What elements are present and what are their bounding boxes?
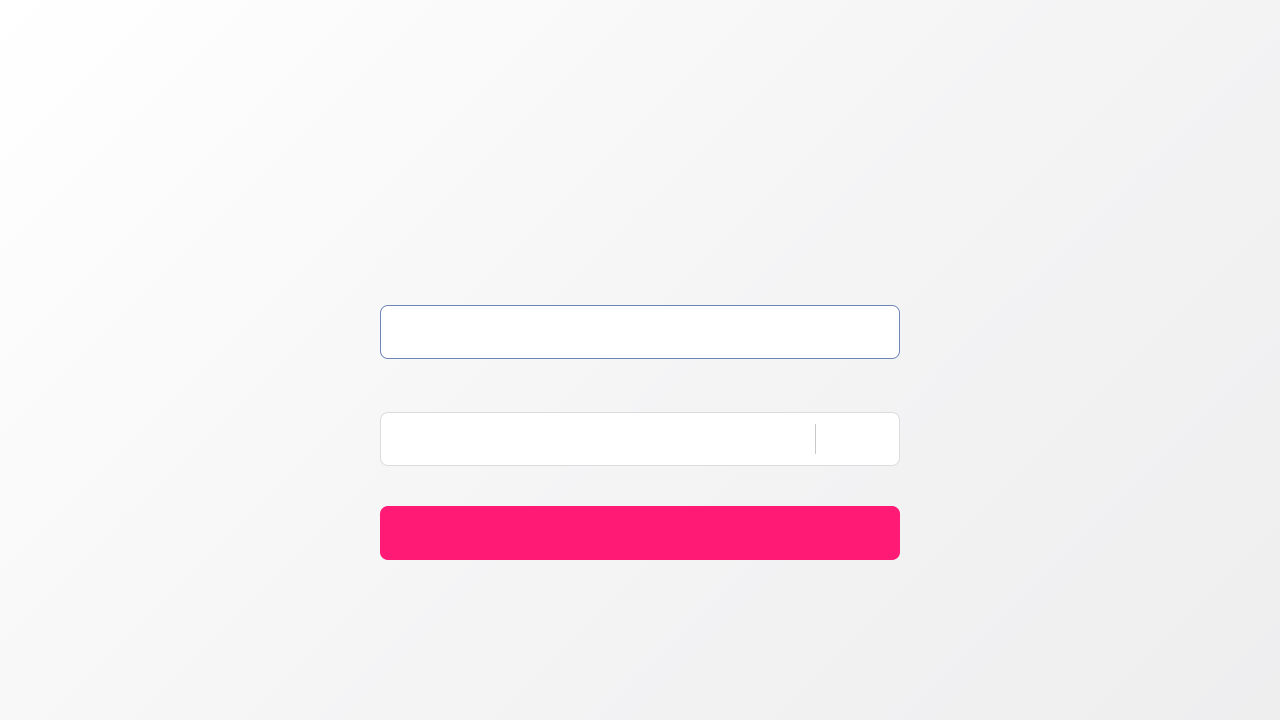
second-input[interactable] (381, 413, 815, 465)
submit-button[interactable] (380, 506, 900, 560)
second-field-wrapper (380, 412, 900, 466)
first-input[interactable] (381, 306, 899, 358)
first-field-wrapper (380, 305, 900, 359)
form-container (380, 305, 900, 560)
page: { "form": { "first_field": { "value": ""… (0, 0, 1280, 720)
field-suffix-button[interactable] (816, 413, 900, 465)
